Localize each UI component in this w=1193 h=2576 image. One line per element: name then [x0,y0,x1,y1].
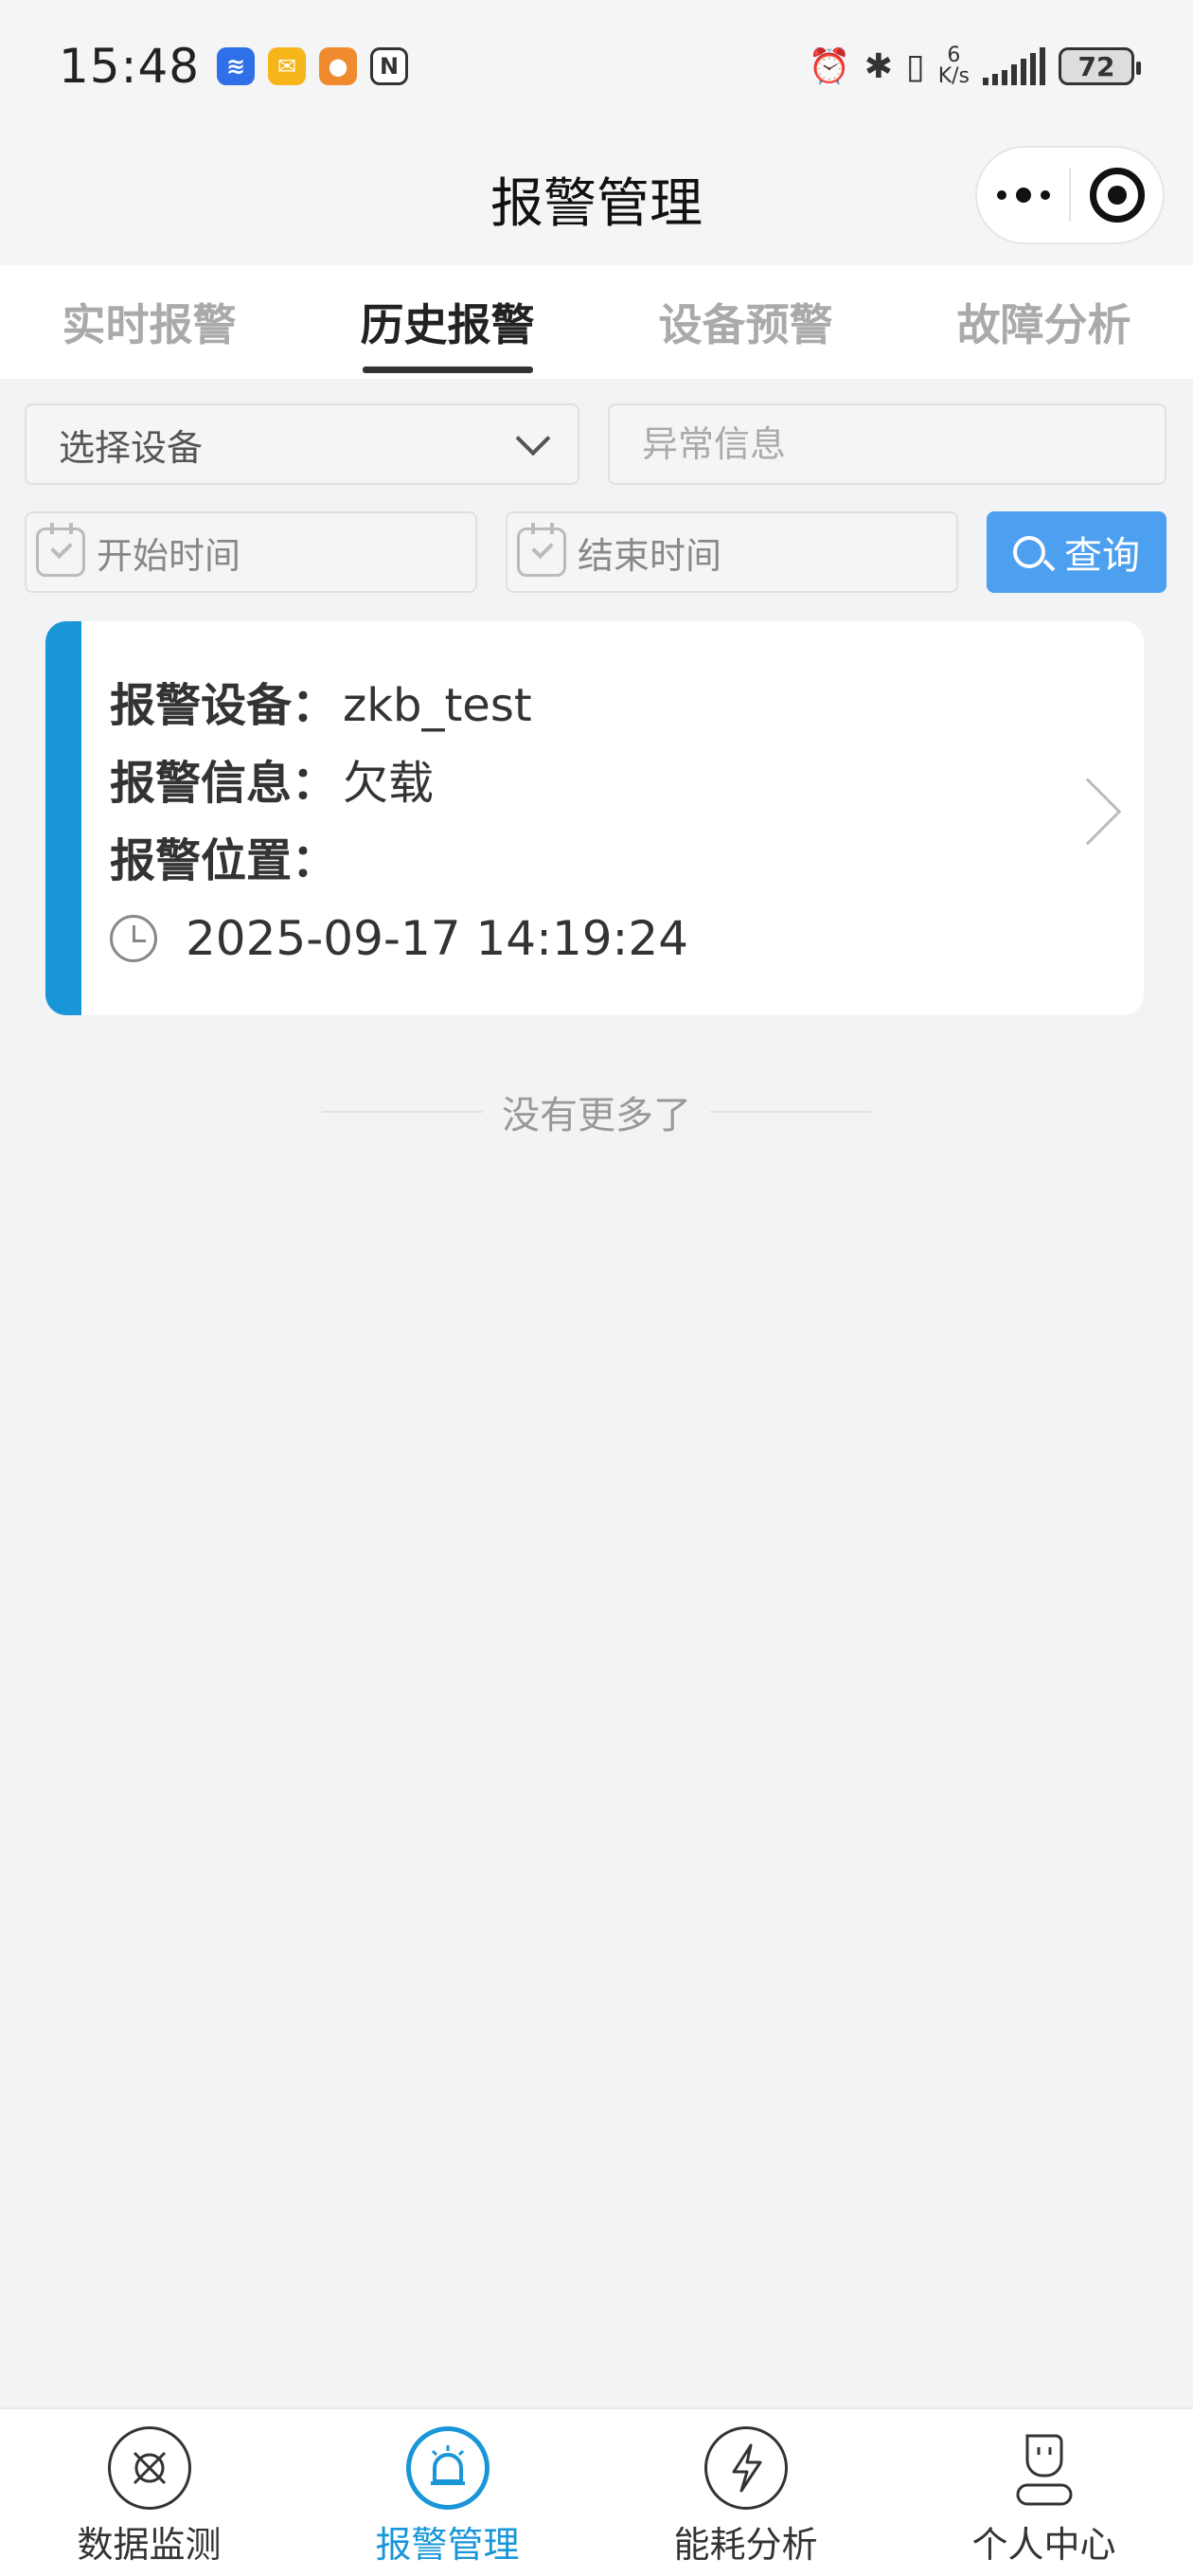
divider [710,1111,871,1113]
alarm-timestamp: 2025-09-17 14:19:24 [186,911,689,966]
target-icon [1089,168,1145,223]
tabbar-item-personal-center[interactable]: 个人中心 [895,2409,1193,2576]
alarm-tabs: 实时报警 历史报警 设备预警 故障分析 [0,265,1193,379]
abnormal-info-field[interactable] [608,403,1166,485]
chevron-down-icon [515,420,551,456]
start-time-label: 开始时间 [97,534,241,577]
alarm-time-row: 2025-09-17 14:19:24 [110,900,1068,977]
close-mini-program-button[interactable] [1071,168,1163,223]
divider [322,1111,483,1113]
more-menu-button[interactable] [977,188,1069,203]
start-time-picker[interactable]: 开始时间 [25,511,477,593]
end-time-label: 结束时间 [578,534,722,577]
signal-icon [983,47,1045,85]
search-icon [1013,536,1045,568]
alarm-info-value: 欠载 [343,757,435,810]
tab-realtime-alarm[interactable]: 实时报警 [0,265,298,379]
alarm-clock-icon: ⏰ [808,47,851,86]
device-select-label: 选择设备 [59,426,204,469]
status-app-icons: ≋ ✉ ● N [217,47,409,85]
filter-row-1: 选择设备 [25,403,1166,485]
clock-icon [110,915,157,962]
tab-history-alarm[interactable]: 历史报警 [298,265,596,379]
alarm-record-body: 报警设备： zkb_test 报警信息： 欠载 报警位置： 2025-09-17… [110,667,1068,977]
status-time: 15:48 [59,39,201,94]
abnormal-info-input[interactable] [642,423,1132,465]
net-speed: 6 K/s [937,44,970,88]
device-select[interactable]: 选择设备 [25,403,579,485]
query-button[interactable]: 查询 [987,511,1166,593]
alarm-device-label: 报警设备： [110,679,338,732]
tabbar-label: 能耗分析 [673,2524,818,2566]
end-time-picker[interactable]: 结束时间 [506,511,958,593]
user-icon [1003,2426,1086,2510]
tabbar-item-alarm-management[interactable]: 报警管理 [298,2409,596,2576]
no-more-text: 没有更多了 [502,1094,691,1137]
energy-icon [703,2426,788,2510]
nfc-icon: N [370,47,409,85]
chat-app-icon: ● [319,47,358,85]
alarm-info-row: 报警信息： 欠载 [110,744,1068,822]
alarm-info-label: 报警信息： [110,757,338,810]
nav-header: 报警管理 [0,133,1193,265]
mail-app-icon: ✉ [268,47,307,85]
alarm-device-row: 报警设备： zkb_test [110,667,1068,744]
vibrate-icon: ▯ [905,46,925,86]
calendar-icon [36,523,85,577]
voice-app-icon: ≋ [217,47,256,85]
page: 15:48 ≋ ✉ ● N ⏰ ✱ ▯ 6 K/s 72 报警管理 实时报警 历… [0,0,1193,2576]
more-dot-icon [1040,190,1050,200]
alarm-icon [405,2426,490,2510]
tabbar-item-data-monitor[interactable]: 数据监测 [0,2409,298,2576]
alarm-record-card[interactable]: 报警设备： zkb_test 报警信息： 欠载 报警位置： 2025-09-17… [45,621,1144,1015]
tabbar-item-energy-analysis[interactable]: 能耗分析 [596,2409,895,2576]
status-indicators: ⏰ ✱ ▯ 6 K/s 72 [808,44,1141,88]
battery-icon: 72 [1059,47,1141,85]
query-button-label: 查询 [1064,534,1140,578]
mini-program-capsule [975,146,1165,244]
alarm-location-label: 报警位置： [110,834,338,887]
tab-device-warning[interactable]: 设备预警 [596,265,895,379]
more-dot-icon [1015,188,1031,203]
bottom-tab-bar: 数据监测 报警管理 能耗分析 个人中心 [0,2407,1193,2576]
alarm-location-row: 报警位置： [110,822,1068,900]
tabbar-label: 个人中心 [971,2524,1116,2566]
page-title: 报警管理 [490,172,703,235]
calendar-icon [517,523,566,577]
tab-fault-analysis[interactable]: 故障分析 [895,265,1193,379]
bluetooth-icon: ✱ [864,46,893,86]
filter-row-2: 开始时间 结束时间 查询 [25,511,1166,593]
status-bar: 15:48 ≋ ✉ ● N ⏰ ✱ ▯ 6 K/s 72 [0,0,1193,133]
monitor-icon [107,2426,191,2510]
tabbar-label: 数据监测 [77,2524,222,2566]
tabbar-label: 报警管理 [375,2524,520,2566]
more-dot-icon [996,190,1006,200]
list-end-indicator: 没有更多了 [0,1074,1193,1150]
alarm-device-value: zkb_test [343,679,532,732]
